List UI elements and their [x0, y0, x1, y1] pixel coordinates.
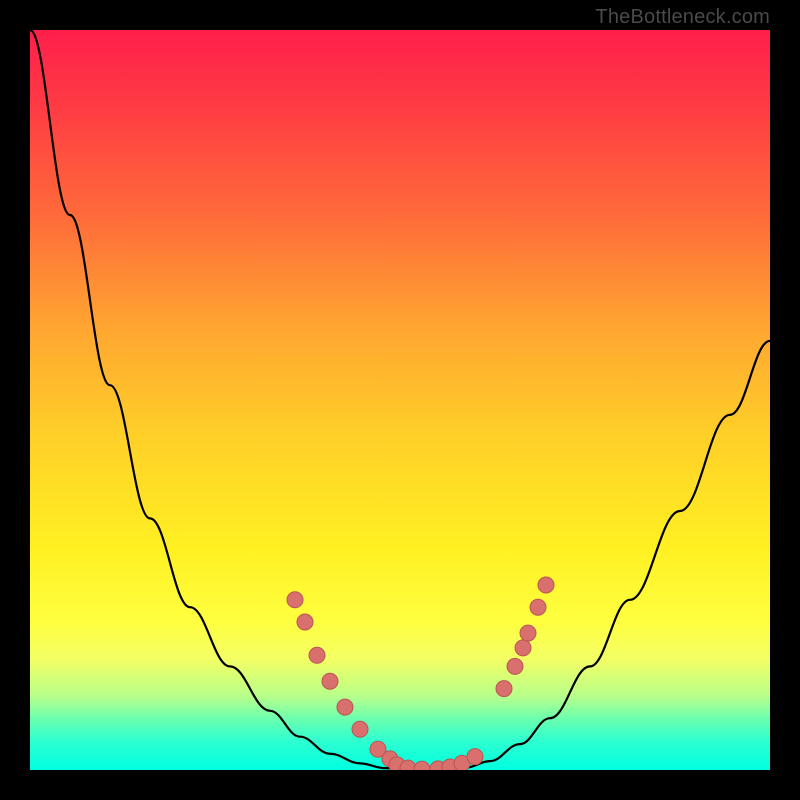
data-marker [530, 599, 546, 615]
data-marker [414, 761, 430, 770]
watermark-text: TheBottleneck.com [595, 6, 770, 29]
data-marker [322, 673, 338, 689]
data-marker [538, 577, 554, 593]
plot-area [30, 30, 770, 770]
data-marker [337, 699, 353, 715]
data-marker [297, 614, 313, 630]
data-marker [520, 625, 536, 641]
curve-markers [287, 577, 554, 770]
data-marker [507, 658, 523, 674]
data-marker [496, 681, 512, 697]
bottleneck-curve [30, 30, 770, 770]
data-marker [515, 640, 531, 656]
data-marker [467, 749, 483, 765]
chart-frame: TheBottleneck.com [0, 0, 800, 800]
data-marker [287, 592, 303, 608]
chart-svg [30, 30, 770, 770]
data-marker [309, 647, 325, 663]
data-marker [352, 721, 368, 737]
